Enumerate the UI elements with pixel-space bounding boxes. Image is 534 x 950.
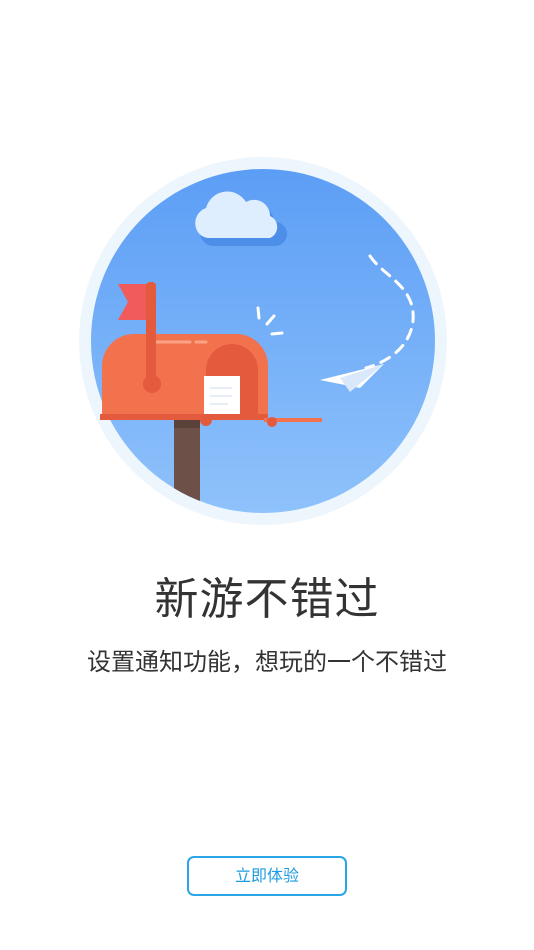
mailbox-with-paper-plane-icon bbox=[79, 157, 447, 525]
page-title: 新游不错过 bbox=[154, 574, 380, 625]
try-now-button[interactable]: 立即体验 bbox=[187, 856, 347, 896]
page-subtitle: 设置通知功能，想玩的一个不错过 bbox=[87, 648, 447, 676]
mailbox-illustration bbox=[78, 156, 448, 526]
